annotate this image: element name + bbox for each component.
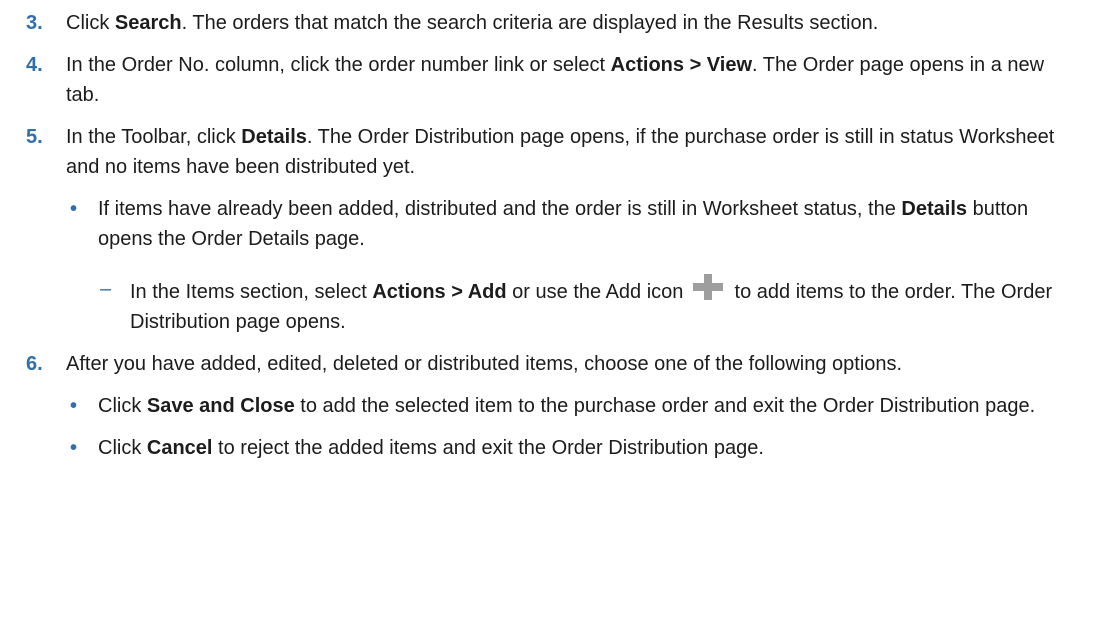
ui-term-details: Details [901, 198, 968, 220]
step-6: 6. After you have added, edited, deleted… [26, 349, 1081, 463]
sub-bullet-text: In the Items section, select Actions > A… [130, 274, 1081, 337]
step-number: 4. [26, 54, 43, 76]
bullet-item: • Click Cancel to reject the added items… [66, 433, 1081, 463]
add-icon [692, 274, 723, 300]
sub-bullet-item: – In the Items section, select Actions >… [98, 274, 1081, 337]
procedure-page: 3. Click Search. The orders that match t… [0, 0, 1111, 624]
step-number: 5. [26, 126, 43, 148]
bullet-marker: • [70, 395, 78, 417]
step-text: In the Toolbar, click Details. The Order… [66, 122, 1081, 337]
ui-term-search: Search [114, 12, 182, 34]
step-3: 3. Click Search. The orders that match t… [26, 8, 1081, 38]
ui-term-actions-view: Actions > View [610, 54, 753, 76]
ui-term-details: Details [241, 126, 307, 148]
step-text: In the Order No. column, click the order… [66, 54, 1045, 106]
step-4: 4. In the Order No. column, click the or… [26, 50, 1081, 110]
bullet-item: • Click Save and Close to add the select… [66, 391, 1081, 421]
bullet-item: • If items have already been added, dist… [66, 194, 1081, 337]
bullet-marker: • [70, 437, 78, 459]
bullet-text: Click Cancel to reject the added items a… [98, 437, 764, 459]
step-number: 3. [26, 12, 43, 34]
bullet-text: If items have already been added, distri… [98, 194, 1081, 337]
ui-term-actions-add: Actions > Add [372, 281, 507, 303]
step-text: After you have added, edited, deleted or… [66, 349, 1081, 463]
ui-term-save-and-close: Save and Close [146, 395, 295, 417]
step-number: 6. [26, 353, 43, 375]
bullet-text: Click Save and Close to add the selected… [98, 395, 1036, 417]
bullet-marker: • [70, 198, 78, 220]
step-text: Click Search. The orders that match the … [66, 12, 879, 34]
ui-term-cancel: Cancel [146, 437, 213, 459]
dash-marker: – [100, 278, 112, 300]
step-5: 5. In the Toolbar, click Details. The Or… [26, 122, 1081, 337]
